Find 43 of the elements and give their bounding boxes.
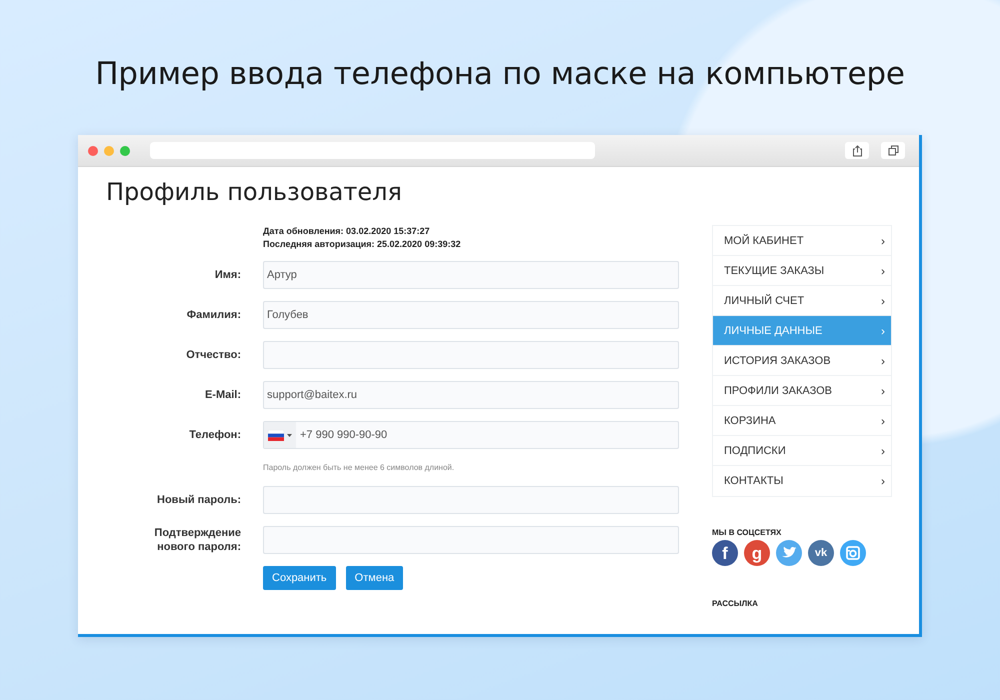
- menu-item[interactable]: МОЙ КАБИНЕТ ›: [713, 226, 891, 256]
- password-hint: Пароль должен быть не менее 6 символов длиной.: [263, 462, 456, 474]
- phone-field[interactable]: +7 990 990-90-90: [263, 421, 679, 449]
- facebook-icon[interactable]: f: [712, 540, 738, 566]
- input-field[interactable]: Артур: [263, 261, 679, 289]
- vk-icon[interactable]: vk: [808, 540, 834, 566]
- field-label: Фамилия:: [186, 308, 241, 322]
- headline: Пример ввода телефона по маске на компьютере: [95, 55, 905, 94]
- field-label: Имя:: [214, 268, 241, 282]
- flag-icon: [268, 430, 284, 440]
- camera-icon[interactable]: [840, 540, 866, 566]
- social-heading: МЫ В СОЦСЕТЯХ: [712, 527, 782, 539]
- info-text: Дата обновления: 03.02.2020 15:37:27: [263, 225, 431, 238]
- input-field[interactable]: support@baitex.ru: [263, 381, 679, 409]
- tabs-icon: [888, 145, 898, 156]
- field-label: Новый пароль:: [156, 493, 241, 507]
- menu-item[interactable]: ПРОФИЛИ ЗАКАЗОВ ›: [713, 376, 891, 406]
- tabs-button[interactable]: [881, 142, 905, 159]
- menu-item[interactable]: ИСТОРИЯ ЗАКАЗОВ ›: [713, 346, 891, 376]
- google-icon[interactable]: g: [744, 540, 770, 566]
- menu-item[interactable]: ТЕКУЩИЕ ЗАКАЗЫ ›: [713, 256, 891, 286]
- newsletter-heading: РАССЫЛКА: [712, 598, 759, 610]
- country-selector[interactable]: [264, 422, 296, 448]
- close-icon[interactable]: [88, 146, 98, 156]
- input-field[interactable]: Голубев: [263, 301, 679, 329]
- page-title: Профиль пользователя: [105, 177, 403, 208]
- menu-item[interactable]: ПОДПИСКИ ›: [713, 436, 891, 466]
- field-label: Подтверждение нового пароля:: [153, 526, 241, 554]
- info-text: Последняя авторизация: 25.02.2020 09:39:32: [263, 238, 462, 251]
- field-label: Отчество:: [185, 348, 241, 362]
- password-field[interactable]: [263, 486, 679, 514]
- password-field[interactable]: [263, 526, 679, 554]
- bird-icon[interactable]: [776, 540, 802, 566]
- menu-item[interactable]: КОРЗИНА ›: [713, 406, 891, 436]
- menu-item[interactable]: КОНТАКТЫ ›: [713, 466, 891, 496]
- minimize-icon[interactable]: [104, 146, 114, 156]
- input-field[interactable]: [263, 341, 679, 369]
- share-button[interactable]: [845, 142, 869, 159]
- maximize-icon[interactable]: [120, 146, 130, 156]
- field-label: Телефон:: [188, 428, 241, 442]
- field-label: E-Mail:: [204, 388, 241, 402]
- share-icon: [852, 144, 862, 156]
- caret-icon: [287, 434, 292, 436]
